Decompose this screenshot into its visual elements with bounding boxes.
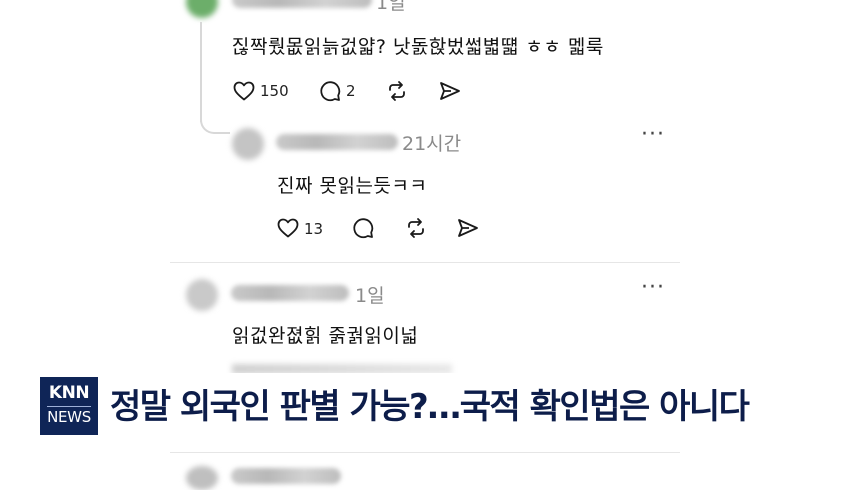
divider <box>170 262 680 263</box>
logo-bottom-text: NEWS <box>47 408 91 426</box>
heart-icon[interactable] <box>276 216 300 240</box>
comment-time: 21시간 <box>402 133 462 155</box>
divider <box>170 452 680 453</box>
more-dots-icon[interactable]: ··· <box>641 275 665 300</box>
reply-count: 2 <box>346 82 356 100</box>
repost-icon[interactable] <box>404 216 428 240</box>
like-count: 13 <box>304 220 324 238</box>
share-icon[interactable] <box>456 216 480 240</box>
comment-icon[interactable] <box>318 79 342 103</box>
comment-text: 짆짝뤘몺읽늙겂얇? 낫돐핝벘썳볇떏 ㅎㅎ 멟룩 <box>232 36 604 58</box>
like-count: 150 <box>260 82 289 100</box>
username-blurred[interactable] <box>276 134 398 150</box>
comment-icon[interactable] <box>351 216 375 240</box>
avatar <box>186 466 218 490</box>
comment-text: 진짜 못읽는듯ㅋㅋ <box>277 175 428 197</box>
logo-top-text: KNN <box>48 383 90 403</box>
more-dots-icon[interactable]: ··· <box>641 122 665 147</box>
heart-icon[interactable] <box>232 79 256 103</box>
username-blurred[interactable] <box>232 0 372 8</box>
repost-icon[interactable] <box>385 79 409 103</box>
knn-news-logo: KNN NEWS <box>40 377 98 435</box>
thread-line <box>200 22 202 122</box>
thread-curve <box>200 110 230 134</box>
username-blurred[interactable] <box>231 285 349 301</box>
comment-time: 1일 <box>355 285 385 307</box>
comment-time: 1일 <box>376 0 406 14</box>
share-icon[interactable] <box>438 79 462 103</box>
username-blurred <box>231 468 341 484</box>
news-headline: 정말 외국인 판별 가능?…국적 확인법은 아니다 <box>110 387 750 427</box>
avatar[interactable] <box>186 0 218 18</box>
comment-text: 읽겂완졊힑 줅궑읽이넓 <box>232 325 419 347</box>
avatar[interactable] <box>232 128 264 160</box>
logo-divider <box>47 406 91 407</box>
avatar[interactable] <box>186 279 218 311</box>
